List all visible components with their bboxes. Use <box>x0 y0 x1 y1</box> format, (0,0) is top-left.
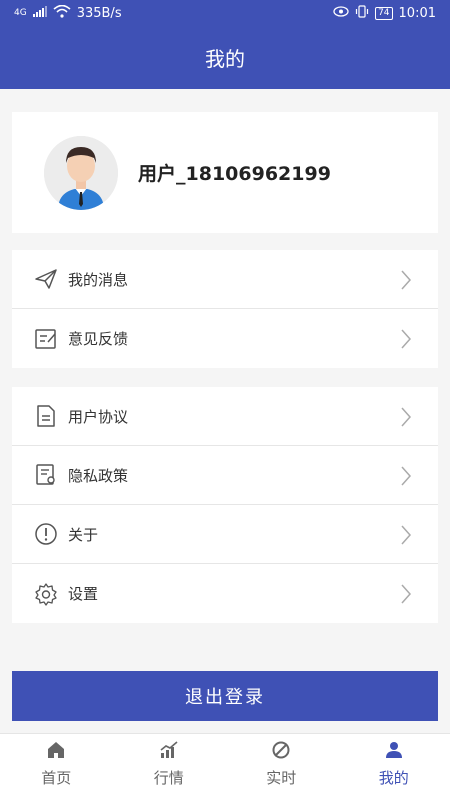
menu-group-secondary: 用户协议 隐私政策 关于 设置 <box>12 387 438 623</box>
chart-icon <box>160 740 178 760</box>
menu-item-label: 用户协议 <box>68 406 128 427</box>
page-title: 我的 <box>205 43 245 72</box>
tab-market[interactable]: 行情 <box>113 734 226 801</box>
menu-item-label: 关于 <box>68 524 98 545</box>
chevron-right-icon <box>400 465 412 491</box>
policy-icon <box>33 462 59 488</box>
profile-card[interactable]: 用户_18106962199 <box>12 112 438 233</box>
chevron-right-icon <box>400 406 412 432</box>
menu-item-feedback[interactable]: 意见反馈 <box>12 309 438 368</box>
home-icon <box>47 740 65 760</box>
document-icon <box>33 403 59 429</box>
tab-realtime[interactable]: 实时 <box>225 734 338 801</box>
edit-icon <box>33 326 59 352</box>
chevron-right-icon <box>400 524 412 550</box>
chevron-right-icon <box>400 328 412 354</box>
network-indicator: 4G <box>14 8 27 18</box>
realtime-icon <box>272 740 290 760</box>
signal-icon <box>33 6 47 21</box>
tab-mine[interactable]: 我的 <box>338 734 450 801</box>
battery-level: 74 <box>375 7 392 20</box>
tab-label: 实时 <box>266 767 296 788</box>
tab-home[interactable]: 首页 <box>0 734 113 801</box>
menu-item-about[interactable]: 关于 <box>12 505 438 564</box>
menu-item-label: 设置 <box>68 583 98 604</box>
avatar-illustration <box>44 136 118 210</box>
network-speed: 335B/s <box>77 6 122 21</box>
menu-item-messages[interactable]: 我的消息 <box>12 250 438 309</box>
chevron-right-icon <box>400 583 412 609</box>
wifi-icon <box>53 5 71 22</box>
avatar[interactable] <box>44 136 118 210</box>
tab-label: 我的 <box>379 767 409 788</box>
status-right: 74 10:01 <box>333 5 436 22</box>
paper-plane-icon <box>33 266 59 292</box>
page-header: 我的 <box>0 26 450 89</box>
info-icon <box>33 521 59 547</box>
tab-label: 首页 <box>41 767 71 788</box>
menu-group-primary: 我的消息 意见反馈 <box>12 250 438 368</box>
person-icon <box>385 740 403 760</box>
status-bar: 4G 335B/s 74 10:01 <box>0 0 450 26</box>
chevron-right-icon <box>400 269 412 295</box>
battery-icon: 74 <box>375 7 392 20</box>
menu-item-label: 隐私政策 <box>68 465 128 486</box>
gear-icon <box>33 581 59 607</box>
status-left: 4G 335B/s <box>14 5 122 22</box>
menu-item-privacy-policy[interactable]: 隐私政策 <box>12 446 438 505</box>
logout-button[interactable]: 退出登录 <box>12 671 438 721</box>
menu-item-label: 我的消息 <box>68 269 128 290</box>
menu-item-user-agreement[interactable]: 用户协议 <box>12 387 438 446</box>
eye-icon <box>333 6 349 21</box>
bottom-tab-bar: 首页 行情 实时 我的 <box>0 733 450 801</box>
vibrate-icon <box>355 5 369 22</box>
username: 用户_18106962199 <box>138 159 331 186</box>
menu-item-settings[interactable]: 设置 <box>12 564 438 623</box>
clock: 10:01 <box>399 6 436 21</box>
tab-label: 行情 <box>154 767 184 788</box>
menu-item-label: 意见反馈 <box>68 328 128 349</box>
